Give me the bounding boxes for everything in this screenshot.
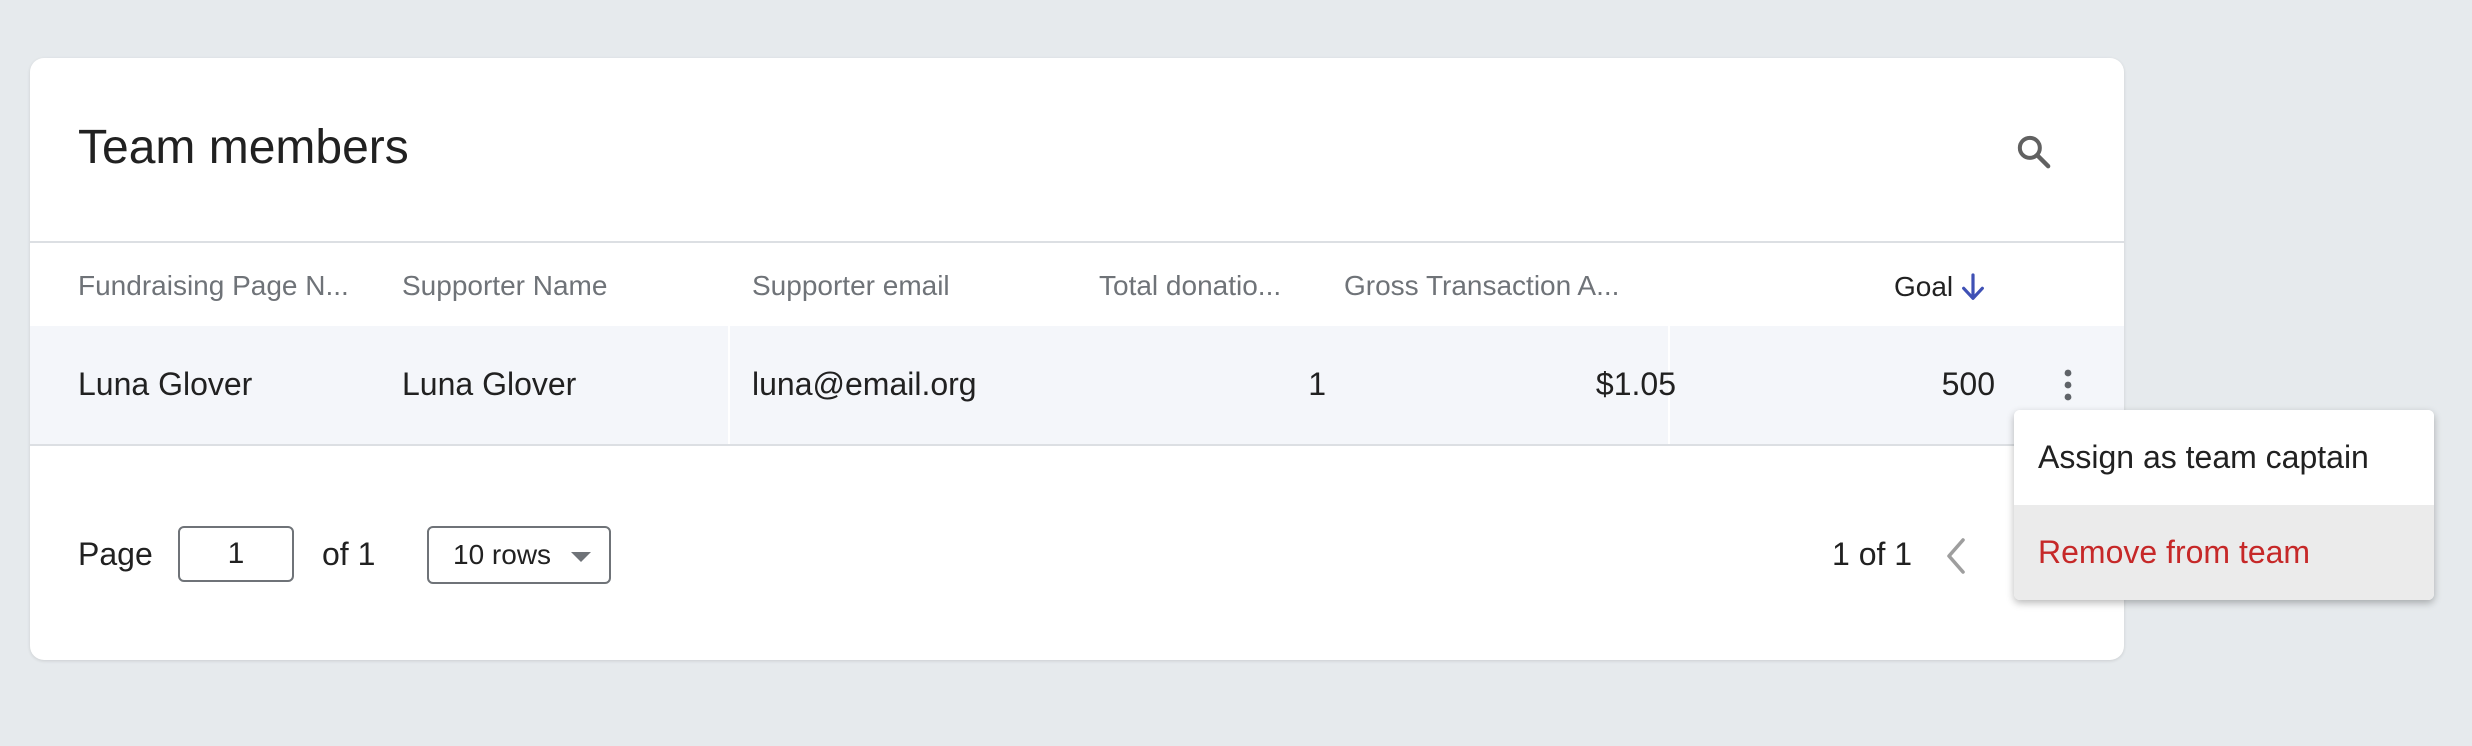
column-header-total-donations[interactable]: Total donatio...: [1099, 270, 1281, 302]
table-row[interactable]: Luna Glover Luna Glover luna@email.org 1…: [30, 326, 2124, 446]
column-header-gross-transaction[interactable]: Gross Transaction A...: [1344, 270, 1619, 302]
page-total-label: of 1: [322, 536, 376, 572]
page-number-input[interactable]: [178, 526, 294, 582]
header-divider: [30, 241, 2124, 243]
cell-total-donations: 1: [1308, 366, 1326, 402]
cell-goal: 500: [1941, 366, 1995, 402]
cell-supporter-name: Luna Glover: [402, 366, 577, 402]
cell-supporter-email: luna@email.org: [752, 366, 977, 402]
rows-per-page-value: 10 rows: [453, 539, 552, 570]
row-actions-menu: Assign as team captain Remove from team: [2014, 410, 2434, 600]
card-title: Team members: [78, 121, 409, 174]
arrow-down-icon: [1962, 273, 1985, 300]
rows-per-page-select[interactable]: 10 rows: [427, 526, 611, 584]
chevron-left-icon: [1947, 538, 1965, 574]
team-members-card: Team members Fundraising Page N... Suppo…: [30, 58, 2124, 660]
page-label: Page: [78, 536, 153, 572]
cell-gross-transaction: $1.05: [1595, 366, 1676, 402]
column-header-goal-label: Goal: [1894, 271, 1954, 302]
column-header-supporter-email[interactable]: Supporter email: [752, 270, 950, 302]
column-divider: [728, 326, 730, 444]
search-icon: [2017, 135, 2051, 169]
page-range-label: 1 of 1: [1832, 536, 1913, 572]
more-vert-icon: [2064, 369, 2072, 401]
column-header-goal[interactable]: Goal: [1894, 270, 1989, 304]
cell-fundraising-page: Luna Glover: [78, 366, 253, 402]
previous-page-button[interactable]: [1936, 534, 1976, 578]
row-actions-button[interactable]: [2048, 358, 2088, 412]
menu-item-remove-from-team[interactable]: Remove from team: [2014, 505, 2434, 600]
column-header-supporter-name[interactable]: Supporter Name: [402, 270, 607, 302]
menu-item-assign-captain[interactable]: Assign as team captain: [2014, 410, 2434, 505]
search-button[interactable]: [2006, 124, 2062, 180]
column-header-fundraising-page[interactable]: Fundraising Page N...: [78, 270, 349, 302]
caret-down-icon: [571, 552, 591, 562]
